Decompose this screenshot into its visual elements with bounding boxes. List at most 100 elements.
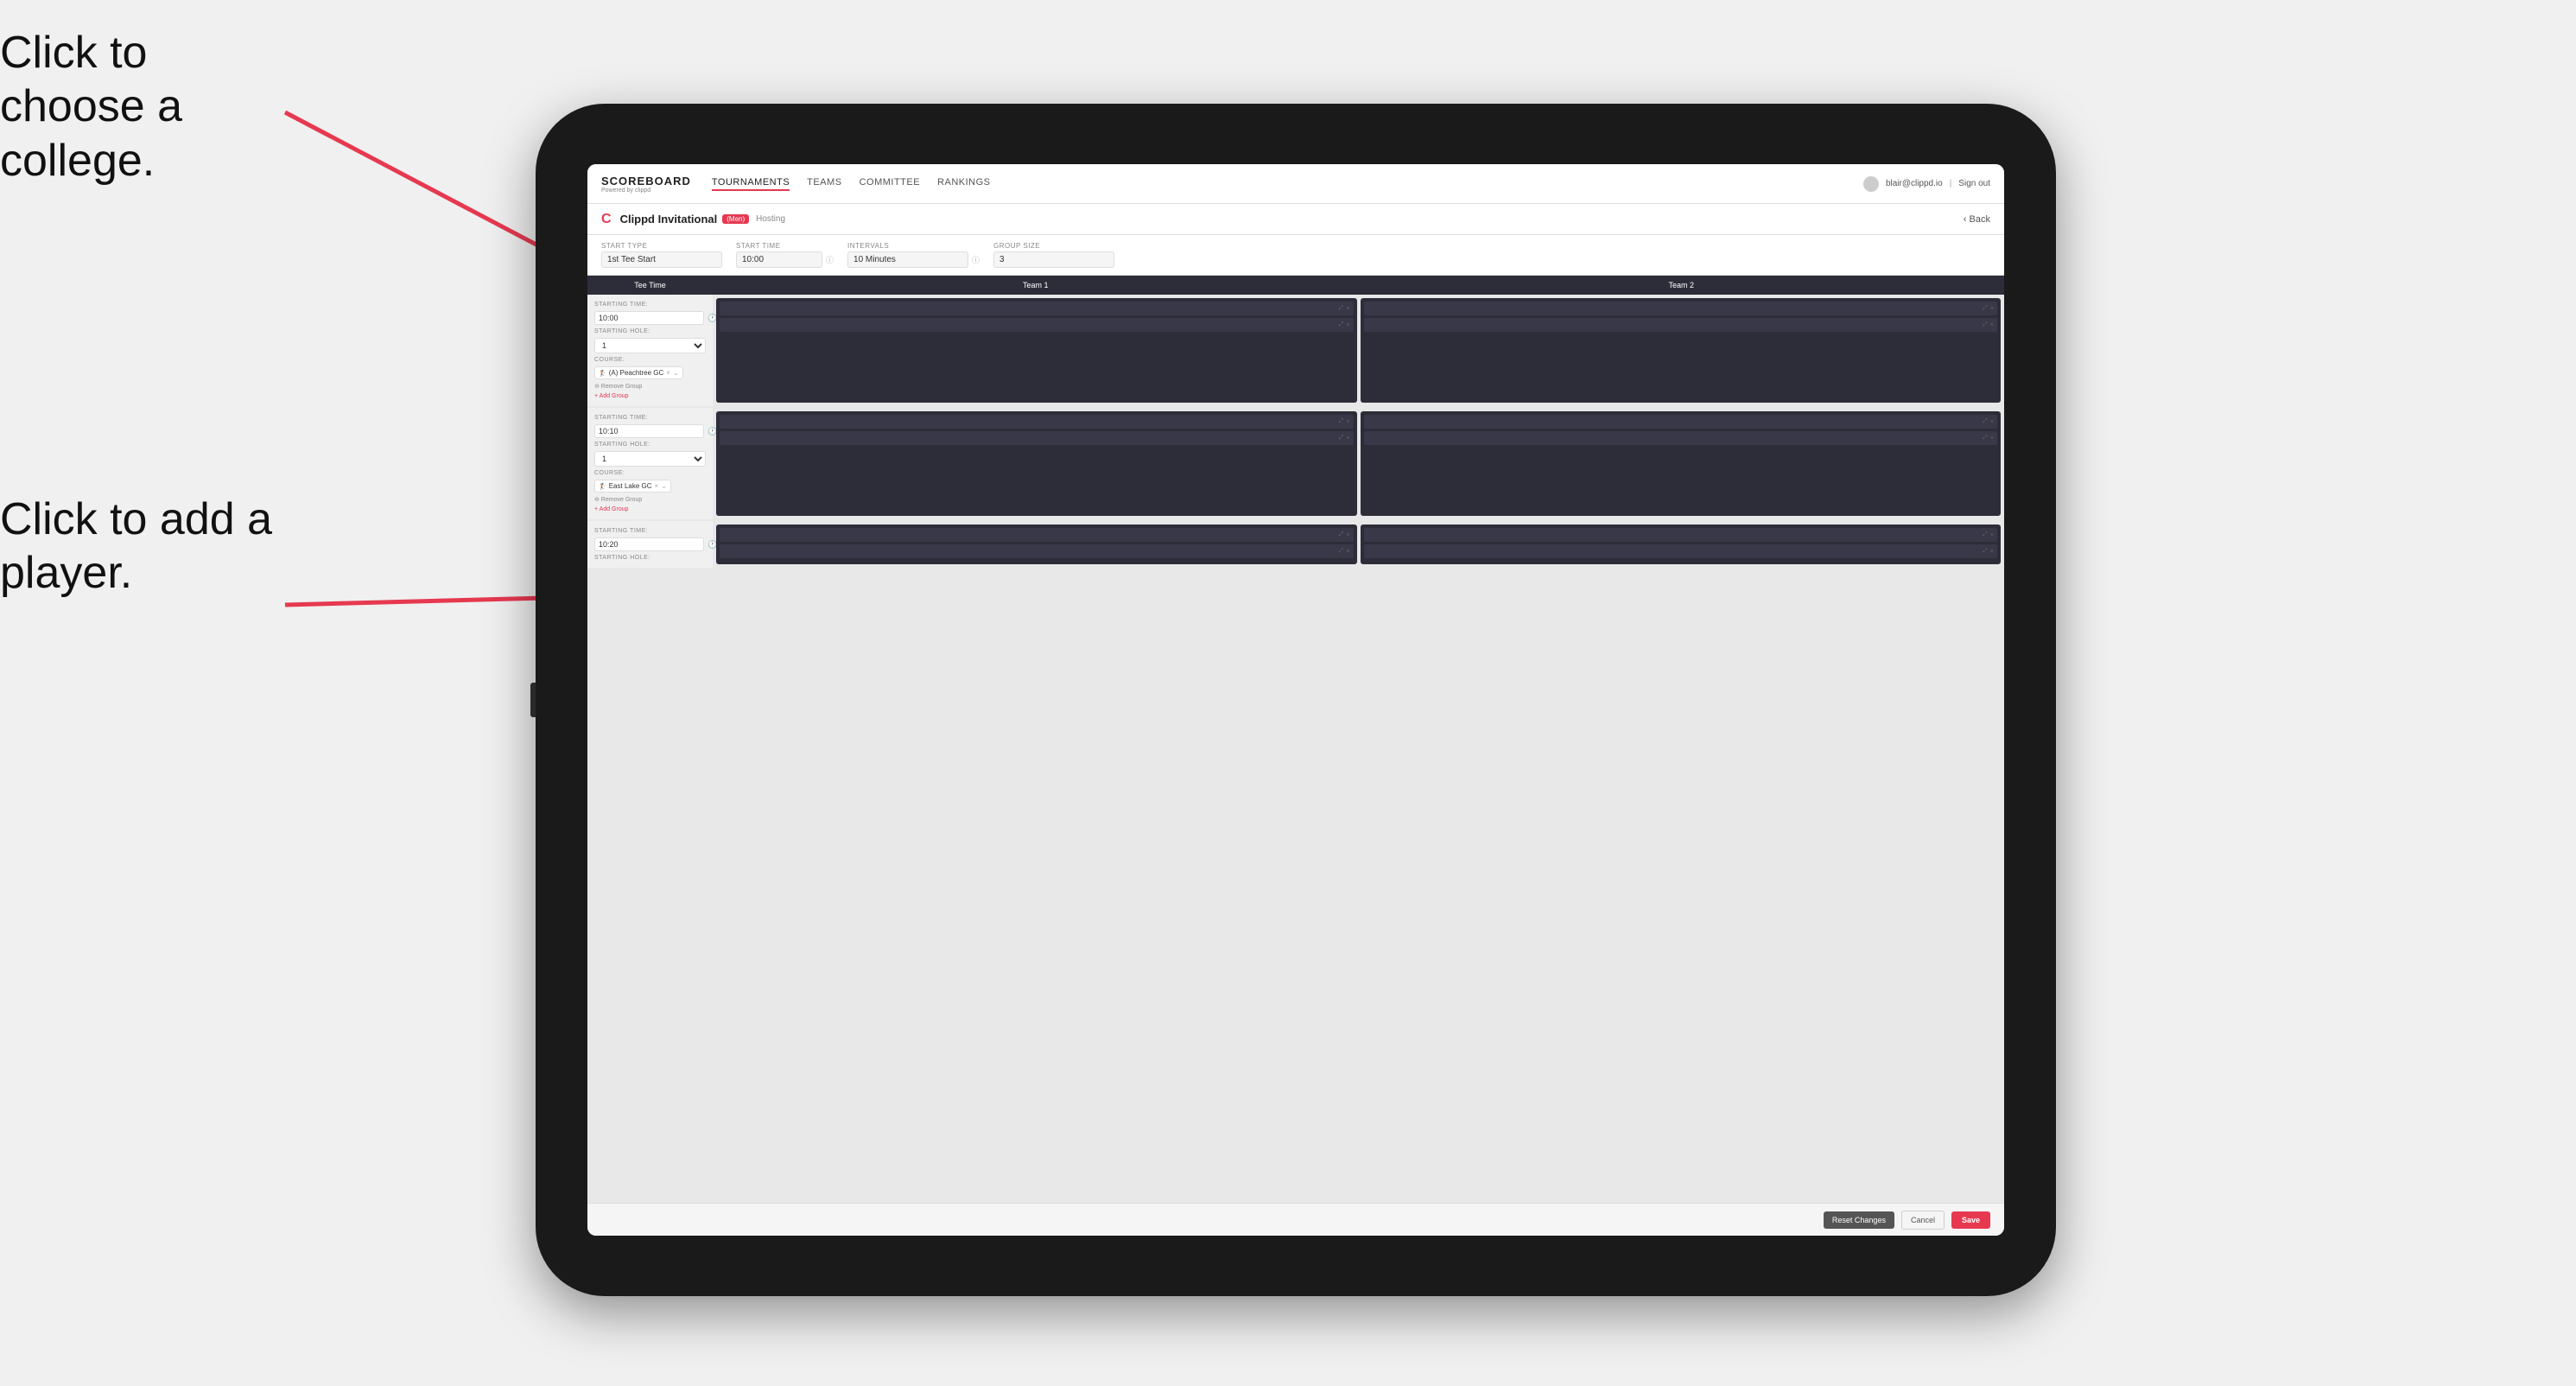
starting-hole-label-3: STARTING HOLE: [594, 555, 706, 561]
sign-out-link[interactable]: Sign out [1958, 179, 1990, 188]
close-icon-1-2[interactable]: × [1346, 322, 1349, 328]
starting-time-input-2[interactable] [594, 424, 704, 438]
expand-icon-5-2[interactable]: ⤢ [1339, 548, 1344, 555]
course-tag-1[interactable]: 🏌 (A) Peachtree GC × ⌄ [594, 366, 683, 379]
annotation-player: Click to add a player. [0, 493, 276, 601]
start-type-group: Start Type 1st Tee Start [601, 242, 722, 268]
starting-time-row-2: 🕐 [594, 424, 706, 438]
starting-hole-select-1[interactable]: 1 [594, 338, 706, 353]
team1-cell-3: ⤢ × ⤢ × [716, 525, 1357, 564]
remove-course-2[interactable]: × [655, 482, 659, 490]
expand-icon-6-2[interactable]: ⤢ [1983, 548, 1988, 555]
starting-time-input-1[interactable] [594, 311, 704, 325]
close-icon-3-2[interactable]: × [1346, 436, 1349, 442]
expand-icon-2-1[interactable]: ⤢ [1983, 305, 1988, 312]
expand-icon-1-2[interactable]: ⤢ [1339, 321, 1344, 328]
nav-right: blair@clippd.io | Sign out [1863, 176, 1990, 192]
group-size-select[interactable]: 3 [993, 251, 1114, 268]
user-email: blair@clippd.io [1886, 179, 1943, 188]
close-icon-2-1[interactable]: × [1990, 306, 1994, 312]
player-slot-6-1[interactable]: ⤢ × [1364, 528, 1998, 542]
starting-hole-label-2: STARTING HOLE: [594, 442, 706, 448]
starting-time-label-1: STARTING TIME: [594, 302, 706, 308]
close-icon-3-1[interactable]: × [1346, 419, 1349, 425]
remove-group-2[interactable]: ⊖ Remove Group [594, 496, 706, 503]
expand-icon-6-1[interactable]: ⤢ [1983, 531, 1988, 538]
player-slot-2-1[interactable]: ⤢ × [1364, 302, 1998, 315]
brand: SCOREBOARD Powered by clippd [601, 175, 691, 194]
subtitle-badge: (Men) [722, 214, 749, 224]
brand-sub: Powered by clippd [601, 188, 691, 194]
nav-tournaments[interactable]: TOURNAMENTS [712, 177, 790, 191]
schedule-row-3: STARTING TIME: 🕐 STARTING HOLE: ⤢ × [587, 521, 2004, 569]
expand-icon-3-2[interactable]: ⤢ [1339, 435, 1344, 442]
reset-button[interactable]: Reset Changes [1824, 1211, 1894, 1229]
expand-icon-4-2[interactable]: ⤢ [1983, 435, 1988, 442]
starting-time-input-3[interactable] [594, 537, 704, 551]
nav-rankings[interactable]: RANKINGS [937, 177, 990, 191]
player-slot-5-2[interactable]: ⤢ × [720, 544, 1354, 558]
group-size-label: Group Size [993, 242, 1114, 250]
nav-teams[interactable]: TEAMS [807, 177, 841, 191]
page-logo: C [601, 212, 612, 227]
th-team2: Team 2 [1359, 276, 2005, 295]
starting-hole-label-1: STARTING HOLE: [594, 328, 706, 334]
close-icon-4-1[interactable]: × [1990, 419, 1994, 425]
expand-icon-1-1[interactable]: ⤢ [1339, 305, 1344, 312]
starting-time-label-2: STARTING TIME: [594, 415, 706, 421]
starting-hole-select-2[interactable]: 1 [594, 451, 706, 467]
chevron-course-1[interactable]: ⌄ [673, 369, 679, 377]
team2-cell-3: ⤢ × ⤢ × [1361, 525, 2002, 564]
remove-course-1[interactable]: × [666, 369, 670, 377]
player-slot-4-1[interactable]: ⤢ × [1364, 415, 1998, 429]
player-slot-3-2[interactable]: ⤢ × [720, 431, 1354, 445]
expand-icon-2-2[interactable]: ⤢ [1983, 321, 1988, 328]
player-slot-3-1[interactable]: ⤢ × [720, 415, 1354, 429]
th-team1: Team 1 [713, 276, 1359, 295]
starting-time-row-3: 🕐 [594, 537, 706, 551]
close-icon-4-2[interactable]: × [1990, 436, 1994, 442]
close-icon-5-1[interactable]: × [1346, 532, 1349, 538]
close-icon-6-1[interactable]: × [1990, 532, 1994, 538]
player-slot-1-2[interactable]: ⤢ × [720, 318, 1354, 332]
course-label-1: COURSE: [594, 357, 706, 363]
course-tag-2[interactable]: 🏌 East Lake GC × ⌄ [594, 480, 671, 493]
starting-hole-row-1: 1 [594, 338, 706, 353]
close-icon-2-2[interactable]: × [1990, 322, 1994, 328]
side-button[interactable] [530, 683, 536, 717]
nav-committee[interactable]: COMMITTEE [860, 177, 921, 191]
close-icon-1-1[interactable]: × [1346, 306, 1349, 312]
back-button[interactable]: ‹ Back [1964, 214, 1990, 225]
start-time-input[interactable] [736, 251, 822, 268]
content-area: STARTING TIME: 🕐 STARTING HOLE: 1 COURSE… [587, 295, 2004, 1203]
close-icon-5-2[interactable]: × [1346, 549, 1349, 555]
add-group-2[interactable]: + Add Group [594, 506, 706, 512]
group-size-group: Group Size 3 [993, 242, 1114, 268]
chevron-course-2[interactable]: ⌄ [661, 482, 667, 490]
nav-links: TOURNAMENTS TEAMS COMMITTEE RANKINGS [712, 177, 1863, 191]
course-label-2: COURSE: [594, 470, 706, 476]
start-time-label: Start Time [736, 242, 834, 250]
intervals-select[interactable]: 10 Minutes [847, 251, 968, 268]
starting-hole-row-2: 1 [594, 451, 706, 467]
player-slot-5-1[interactable]: ⤢ × [720, 528, 1354, 542]
player-slot-6-2[interactable]: ⤢ × [1364, 544, 1998, 558]
course-name-2: East Lake GC [609, 482, 652, 490]
team2-cell-2: ⤢ × ⤢ × [1361, 411, 2002, 516]
start-type-select[interactable]: 1st Tee Start [601, 251, 722, 268]
add-group-1[interactable]: + Add Group [594, 393, 706, 399]
player-slot-1-1[interactable]: ⤢ × [720, 302, 1354, 315]
team-cells-1: ⤢ × ⤢ × ⤢ × ⤢ [713, 295, 2004, 406]
close-icon-6-2[interactable]: × [1990, 549, 1994, 555]
schedule-row-2: STARTING TIME: 🕐 STARTING HOLE: 1 COURSE… [587, 408, 2004, 521]
expand-icon-5-1[interactable]: ⤢ [1339, 531, 1344, 538]
save-button[interactable]: Save [1951, 1211, 1990, 1229]
expand-icon-4-1[interactable]: ⤢ [1983, 418, 1988, 425]
player-slot-2-2[interactable]: ⤢ × [1364, 318, 1998, 332]
start-type-label: Start Type [601, 242, 722, 250]
remove-group-1[interactable]: ⊖ Remove Group [594, 383, 706, 390]
expand-icon-3-1[interactable]: ⤢ [1339, 418, 1344, 425]
cancel-button[interactable]: Cancel [1901, 1211, 1945, 1230]
user-avatar [1863, 176, 1879, 192]
player-slot-4-2[interactable]: ⤢ × [1364, 431, 1998, 445]
